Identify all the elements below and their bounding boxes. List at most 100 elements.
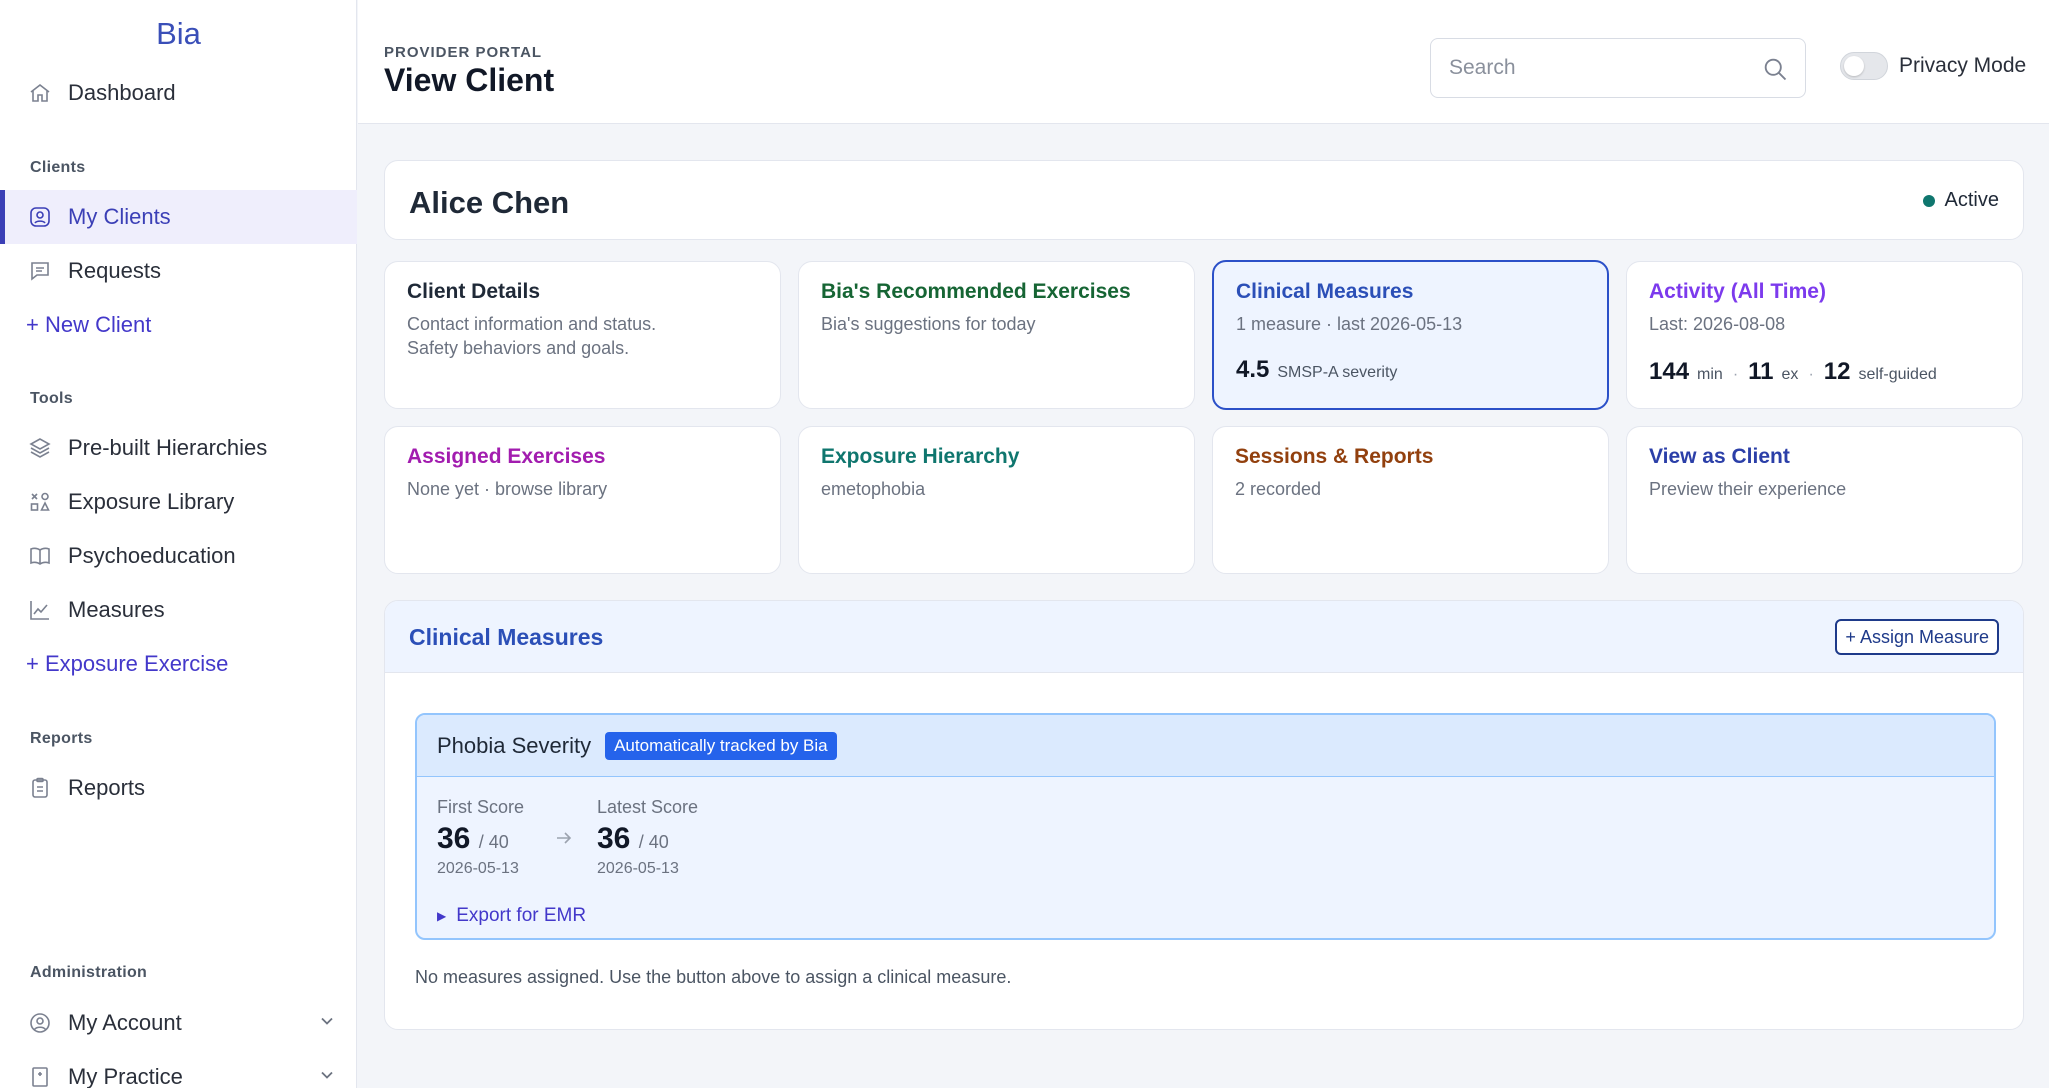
latest-score-number: 36 (597, 822, 631, 855)
measure-header: Phobia Severity Automatically tracked by… (417, 715, 1994, 777)
sidebar-item-my-account[interactable]: My Account (0, 996, 357, 1050)
exercises-unit: ex (1781, 366, 1799, 384)
sidebar-item-exposure-library[interactable]: Exposure Library (0, 475, 357, 529)
tile-client-details[interactable]: Client Details Contact information and s… (384, 261, 781, 409)
sidebar-item-requests[interactable]: Requests (0, 244, 357, 298)
tile-sessions-reports[interactable]: Sessions & Reports 2 recorded (1212, 426, 1609, 574)
new-client-link[interactable]: + New Client (0, 298, 357, 352)
search-icon[interactable] (1761, 55, 1789, 83)
tile-subtitle: None yet · browse library (407, 479, 608, 499)
sidebar-item-label: My Account (68, 1010, 182, 1035)
tile-activity[interactable]: Activity (All Time) Last: 2026-08-08 144… (1626, 261, 2023, 409)
tile-title: View as Client (1649, 445, 1790, 468)
sidebar-item-dashboard[interactable]: Dashboard (0, 66, 357, 120)
tile-line: Safety behaviors and goals. (407, 338, 630, 359)
tile-stat: 4.5 SMSP-A severity (1236, 356, 1585, 384)
sidebar-item-psychoeducation[interactable]: Psychoeducation (0, 529, 357, 583)
minutes-unit: min (1697, 366, 1723, 384)
status-badge: Active (1922, 189, 1999, 212)
sidebar-item-label: Psychoeducation (68, 543, 236, 568)
empty-measures-note: No measures assigned. Use the button abo… (415, 967, 1012, 987)
section-tools: Tools (30, 390, 73, 407)
tile-assigned-exercises[interactable]: Assigned Exercises None yet · browse lib… (384, 426, 781, 574)
clinical-measures-panel: Clinical Measures + Assign Measure Phobi… (384, 600, 2024, 1030)
section-clients: Clients (30, 159, 86, 176)
page-title: View Client (384, 62, 555, 98)
separator-dot: · (1808, 366, 1814, 384)
latest-score: Latest Score 36 / 40 2026-05-13 (597, 797, 698, 878)
tile-subtitle: Preview their experience (1649, 479, 1847, 499)
layers-icon (26, 434, 54, 462)
first-score-value: 36 / 40 (437, 822, 524, 856)
assign-measure-button[interactable]: + Assign Measure (1835, 619, 1999, 655)
privacy-mode-label: Privacy Mode (1899, 54, 2027, 77)
client-header-card: Alice Chen Active (384, 160, 2024, 240)
tile-subtitle: Last: 2026-08-08 (1649, 314, 1786, 334)
severity-unit: SMSP-A severity (1277, 364, 1398, 382)
brand-logo[interactable]: Bia (0, 16, 357, 52)
export-label: Export for EMR (456, 905, 587, 926)
new-exposure-exercise-link[interactable]: + Exposure Exercise (0, 637, 357, 691)
tile-title: Bia's Recommended Exercises (821, 280, 1131, 303)
tile-title: Sessions & Reports (1235, 445, 1434, 468)
privacy-mode-toggle[interactable] (1840, 52, 1888, 80)
tile-exposure-hierarchy[interactable]: Exposure Hierarchy emetophobia (798, 426, 1195, 574)
tile-subtitle: Contact information and status. Safety b… (407, 312, 758, 361)
sidebar-item-reports[interactable]: Reports (0, 761, 357, 815)
section-administration: Administration (30, 964, 148, 981)
self-guided-unit: self-guided (1858, 366, 1937, 384)
first-score-max: / 40 (478, 832, 509, 852)
self-guided-value: 12 (1823, 358, 1851, 386)
tile-subtitle: 1 measure · last 2026-05-13 (1236, 314, 1463, 334)
user-icon (26, 1009, 54, 1037)
tile-title: Clinical Measures (1236, 280, 1414, 303)
tile-subtitle: emetophobia (821, 479, 926, 499)
clipboard-icon (26, 774, 54, 802)
sidebar-item-my-practice[interactable]: My Practice (0, 1050, 357, 1088)
book-icon (26, 542, 54, 570)
sidebar-item-label: Dashboard (68, 80, 176, 105)
separator-dot: · (1732, 366, 1739, 384)
sidebar-item-label: Exposure Library (68, 489, 235, 514)
auto-tracked-badge: Automatically tracked by Bia (605, 731, 837, 760)
panel-title: Clinical Measures (409, 624, 604, 650)
latest-score-max: / 40 (638, 832, 669, 852)
sidebar-item-my-clients[interactable]: My Clients (0, 190, 357, 244)
building-icon (26, 1063, 54, 1088)
status-dot-icon (1922, 194, 1935, 207)
tile-title: Activity (All Time) (1649, 280, 1826, 303)
arrow-right-icon (554, 828, 574, 854)
section-reports: Reports (30, 730, 93, 747)
latest-score-label: Latest Score (597, 797, 699, 817)
tile-clinical-measures[interactable]: Clinical Measures 1 measure · last 2026-… (1212, 260, 1609, 410)
sidebar: Bia Dashboard Clients My Clients Request… (0, 0, 357, 1088)
home-icon (26, 79, 54, 107)
tile-subtitle: Bia's suggestions for today (821, 314, 1036, 334)
sidebar-item-prebuilt-hierarchies[interactable]: Pre-built Hierarchies (0, 421, 357, 475)
sidebar-item-label: Reports (68, 775, 146, 800)
tile-subtitle: 2 recorded (1235, 479, 1322, 499)
search-input[interactable] (1449, 56, 1749, 80)
latest-score-date: 2026-05-13 (597, 860, 679, 877)
tile-view-as-client[interactable]: View as Client Preview their experience (1626, 426, 2023, 574)
search-box[interactable] (1430, 38, 1806, 98)
triangle-right-icon: ▶ (437, 909, 447, 923)
first-score-label: First Score (437, 797, 525, 817)
sidebar-item-measures[interactable]: Measures (0, 583, 357, 637)
message-icon (26, 257, 54, 285)
status-label: Active (1944, 189, 1999, 211)
shapes-icon (26, 488, 54, 516)
sidebar-item-label: My Clients (68, 204, 171, 229)
tile-title: Assigned Exercises (407, 445, 606, 468)
latest-score-value: 36 / 40 (597, 822, 698, 856)
chevron-down-icon[interactable] (319, 1013, 335, 1034)
client-name: Alice Chen (409, 185, 570, 220)
tile-recommended-exercises[interactable]: Bia's Recommended Exercises Bia's sugges… (798, 261, 1195, 409)
export-emr-toggle[interactable]: ▶ Export for EMR (437, 905, 586, 927)
top-header: PROVIDER PORTAL View Client Privacy Mode (358, 0, 2049, 124)
exercises-value: 11 (1748, 358, 1774, 386)
minutes-value: 144 (1649, 358, 1690, 386)
tile-line: Contact information and status. (407, 314, 657, 334)
panel-header: Clinical Measures + Assign Measure (385, 601, 2023, 673)
chevron-down-icon[interactable] (319, 1067, 335, 1088)
